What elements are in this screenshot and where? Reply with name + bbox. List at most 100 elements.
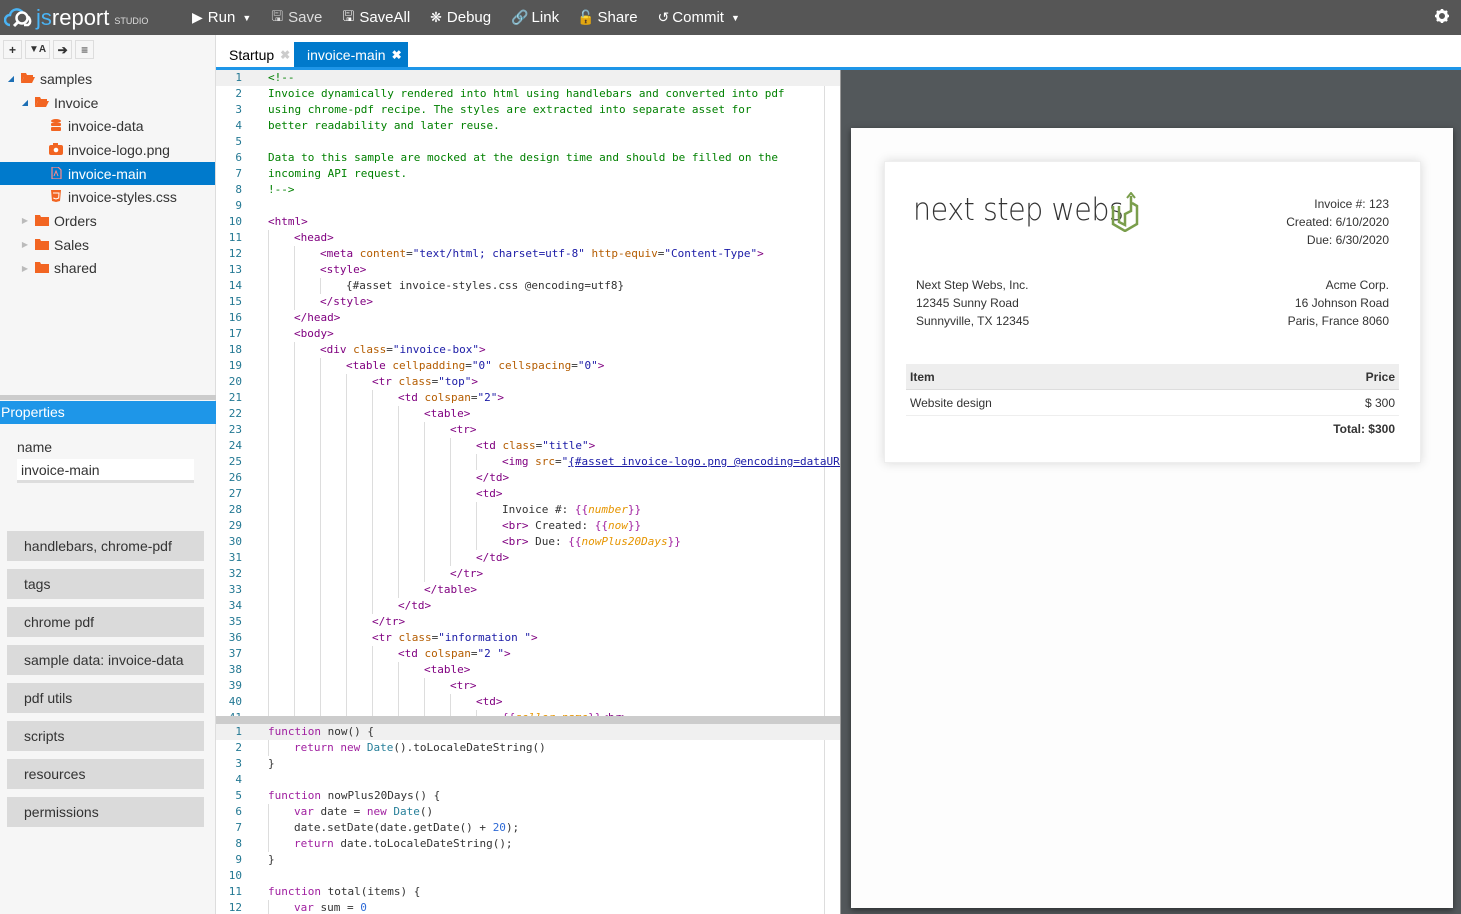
- code-line[interactable]: 10: [216, 868, 840, 884]
- code-line[interactable]: 9: [216, 198, 840, 214]
- property-section-sample-data-invoice-data[interactable]: sample data: invoice-data: [7, 645, 204, 675]
- collapsed-triangle-icon[interactable]: ▶: [20, 216, 30, 225]
- link-button[interactable]: 🔗 Link: [511, 9, 559, 26]
- navigate-button[interactable]: ➔: [53, 40, 73, 59]
- code-line[interactable]: 36 <tr class="information ">: [216, 630, 840, 646]
- code-line[interactable]: 12 var sum = 0: [216, 900, 840, 914]
- code-line[interactable]: 29 <br> Created: {{now}}: [216, 518, 840, 534]
- code-line[interactable]: 4 better readability and later reuse.: [216, 118, 840, 134]
- code-line[interactable]: 18 <div class="invoice-box">: [216, 342, 840, 358]
- property-section-permissions[interactable]: permissions: [7, 797, 204, 827]
- tree-item-invoice[interactable]: ◢ Invoice: [0, 91, 215, 115]
- share-button[interactable]: 🔓 Share: [577, 9, 637, 26]
- menu-button[interactable]: ≡: [75, 40, 95, 59]
- property-section-tags[interactable]: tags: [7, 569, 204, 599]
- tab-startup[interactable]: Startup ✖: [216, 42, 296, 67]
- code-line[interactable]: 5: [216, 134, 840, 150]
- tab-invoice-main[interactable]: invoice-main ✖: [294, 42, 408, 67]
- code-line[interactable]: 14 {#asset invoice-styles.css @encoding=u…: [216, 278, 840, 294]
- collapsed-triangle-icon[interactable]: ▶: [20, 264, 30, 273]
- expanded-triangle-icon[interactable]: ◢: [6, 74, 16, 83]
- close-icon[interactable]: ✖: [392, 48, 402, 62]
- code-line[interactable]: 24 <td class="title">: [216, 438, 840, 454]
- gear-icon[interactable]: [1435, 9, 1449, 23]
- code-line[interactable]: 25 <img src="{#asset invoice-logo.png @en…: [216, 454, 840, 470]
- code-line[interactable]: 1 function now() {: [216, 724, 840, 740]
- debug-button[interactable]: ❋ Debug: [430, 9, 491, 26]
- code-line[interactable]: 34 </td>: [216, 598, 840, 614]
- code-line[interactable]: 13 <style>: [216, 262, 840, 278]
- code-line[interactable]: 6 var date = new Date(): [216, 804, 840, 820]
- code-line[interactable]: 6 Data to this sample are mocked at the d…: [216, 150, 840, 166]
- close-icon[interactable]: ✖: [280, 48, 290, 62]
- tree-item-sales[interactable]: ▶ Sales: [0, 233, 215, 257]
- code-line[interactable]: 20 <tr class="top">: [216, 374, 840, 390]
- code-line[interactable]: 23 <tr>: [216, 422, 840, 438]
- tree-item-samples[interactable]: ◢ samples: [0, 67, 215, 91]
- tree-item-label: Orders: [54, 212, 97, 229]
- caret-down-icon[interactable]: ▼: [242, 13, 251, 23]
- tree-item-invoice-logo-png[interactable]: invoice-logo.png: [0, 138, 215, 162]
- code-line[interactable]: 27 <td>: [216, 486, 840, 502]
- tree-item-invoice-styles-css[interactable]: invoice-styles.css: [0, 185, 215, 209]
- code-line[interactable]: 3 using chrome-pdf recipe. The styles are…: [216, 102, 840, 118]
- code-line[interactable]: 33 </table>: [216, 582, 840, 598]
- code-line[interactable]: 19 <table cellpadding="0" cellspacing="0"…: [216, 358, 840, 374]
- code-line[interactable]: 8 !-->: [216, 182, 840, 198]
- code-line[interactable]: 8 return date.toLocaleDateString();: [216, 836, 840, 852]
- code-line[interactable]: 40 <td>: [216, 694, 840, 710]
- code-line[interactable]: 1 <!--: [216, 70, 840, 86]
- code-line[interactable]: 2 Invoice dynamically rendered into html …: [216, 86, 840, 102]
- new-entity-button[interactable]: +: [3, 40, 22, 59]
- indent-guide: [346, 662, 347, 678]
- code-line[interactable]: 37 <td colspan="2 ">: [216, 646, 840, 662]
- line-number: 14: [228, 279, 242, 292]
- code-line[interactable]: 22 <table>: [216, 406, 840, 422]
- tree-item-shared[interactable]: ▶ shared: [0, 257, 215, 281]
- helpers-editor[interactable]: 1 function now() {2 return new Date().toLo…: [216, 724, 840, 914]
- code-line[interactable]: 3}: [216, 756, 840, 772]
- editor-splitter[interactable]: [216, 716, 840, 724]
- code-line[interactable]: 7 incoming API request.: [216, 166, 840, 182]
- property-section-handlebars-chrome-pdf[interactable]: handlebars, chrome-pdf: [7, 531, 204, 561]
- code-line[interactable]: 4: [216, 772, 840, 788]
- collapsed-triangle-icon[interactable]: ▶: [20, 240, 30, 249]
- code-line[interactable]: 12 <meta content="text/html; charset=utf-…: [216, 246, 840, 262]
- save-all-button[interactable]: 🖫 SaveAll: [342, 6, 410, 30]
- code-line[interactable]: 28 Invoice #: {{number}}: [216, 502, 840, 518]
- code-line[interactable]: 31 </td>: [216, 550, 840, 566]
- code-line[interactable]: 5 function nowPlus20Days() {: [216, 788, 840, 804]
- tree-item-invoice-data[interactable]: invoice-data: [0, 114, 215, 138]
- panel-splitter[interactable]: [0, 395, 216, 400]
- property-section-resources[interactable]: resources: [7, 759, 204, 789]
- code-line[interactable]: 2 return new Date().toLocaleDateString(): [216, 740, 840, 756]
- property-section-scripts[interactable]: scripts: [7, 721, 204, 751]
- filter-button[interactable]: ▼A: [25, 40, 51, 59]
- code-line[interactable]: 7 date.setDate(date.getDate() + 20);: [216, 820, 840, 836]
- tree-item-orders[interactable]: ▶ Orders: [0, 209, 215, 233]
- save-button[interactable]: 🖫 Save: [271, 6, 322, 30]
- tree-item-invoice-main[interactable]: invoice-main: [0, 161, 215, 186]
- code-line[interactable]: 11 <head>: [216, 230, 840, 246]
- code-line[interactable]: 32 </tr>: [216, 566, 840, 582]
- name-input[interactable]: [17, 459, 194, 483]
- code-line[interactable]: 38 <table>: [216, 662, 840, 678]
- code-line[interactable]: 26 </td>: [216, 470, 840, 486]
- run-button[interactable]: ▶ Run ▼: [192, 9, 251, 26]
- property-section-pdf-utils[interactable]: pdf utils: [7, 683, 204, 713]
- code-line[interactable]: 17 <body>: [216, 326, 840, 342]
- code-line[interactable]: 15 </style>: [216, 294, 840, 310]
- property-section-chrome-pdf[interactable]: chrome pdf: [7, 607, 204, 637]
- code-line[interactable]: 10 <html>: [216, 214, 840, 230]
- code-line[interactable]: 30 <br> Due: {{nowPlus20Days}}: [216, 534, 840, 550]
- content-editor[interactable]: 1 <!-- 2 Invoice dynamically rendered into …: [216, 70, 840, 716]
- code-line[interactable]: 35 </tr>: [216, 614, 840, 630]
- code-line[interactable]: 11 function total(items) {: [216, 884, 840, 900]
- code-text: </tr>: [372, 615, 406, 628]
- code-line[interactable]: 39 <tr>: [216, 678, 840, 694]
- code-line[interactable]: 21 <td colspan="2">: [216, 390, 840, 406]
- commit-button[interactable]: ↺ Commit ▼: [658, 9, 740, 26]
- expanded-triangle-icon[interactable]: ◢: [20, 98, 30, 107]
- code-line[interactable]: 16 </head>: [216, 310, 840, 326]
- code-line[interactable]: 9}: [216, 852, 840, 868]
